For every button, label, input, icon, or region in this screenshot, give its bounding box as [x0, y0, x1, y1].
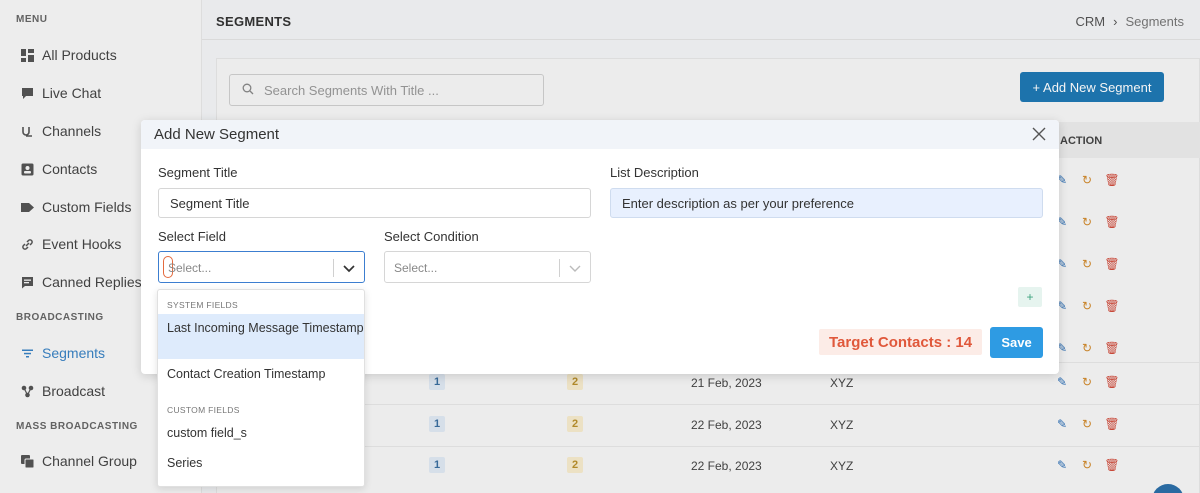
select-separator — [559, 259, 560, 277]
save-button[interactable]: Save — [990, 327, 1043, 358]
option-custom-field-s[interactable]: custom field_s — [158, 418, 364, 448]
segment-title-input[interactable]: Segment Title — [158, 188, 591, 218]
segment-title-label: Segment Title — [158, 165, 238, 180]
select-separator — [333, 259, 334, 277]
select-field-placeholder: Select... — [168, 261, 212, 275]
target-contacts-badge: Target Contacts : 14 — [819, 329, 983, 355]
chevron-down-icon[interactable] — [568, 261, 582, 275]
select-field-menu: SYSTEM FIELDS Last Incoming Message Time… — [157, 289, 365, 487]
list-description-input[interactable]: Enter description as per your preference — [610, 188, 1043, 218]
modal-header: Add New Segment — [141, 120, 1059, 149]
group-label-system-fields: SYSTEM FIELDS — [167, 300, 238, 310]
select-condition-placeholder: Select... — [394, 261, 438, 275]
add-condition-button[interactable]: + — [1018, 287, 1042, 307]
chevron-down-icon[interactable] — [342, 261, 356, 275]
option-last-incoming-message-timestamp[interactable]: Last Incoming Message Timestamp — [158, 314, 364, 359]
select-field-label: Select Field — [158, 229, 226, 244]
select-condition-label: Select Condition — [384, 229, 479, 244]
list-description-label: List Description — [610, 165, 699, 180]
modal-title: Add New Segment — [154, 126, 280, 143]
group-label-custom-fields: CUSTOM FIELDS — [167, 405, 240, 415]
option-contact-creation-timestamp[interactable]: Contact Creation Timestamp — [158, 359, 364, 389]
select-condition-dropdown[interactable]: Select... — [384, 251, 591, 283]
option-series[interactable]: Series — [158, 448, 364, 478]
close-icon[interactable] — [1031, 126, 1047, 142]
select-field-dropdown[interactable]: Select... — [158, 251, 365, 283]
